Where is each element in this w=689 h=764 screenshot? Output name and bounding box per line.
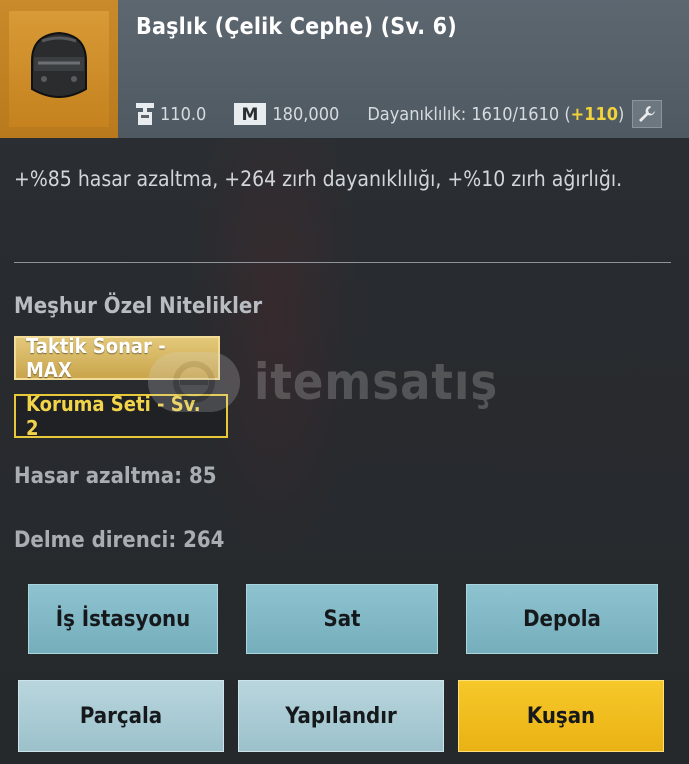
weight-icon <box>136 103 154 125</box>
item-detail-panel: Başlık (Çelik Cephe) (Sv. 6) 110.0 M 180… <box>0 0 689 764</box>
store-button[interactable]: Depola <box>466 584 658 654</box>
equip-button[interactable]: Kuşan <box>458 680 664 752</box>
item-description: +%85 hasar azaltma, +264 zırh dayanıklıl… <box>14 167 623 191</box>
damage-reduction-stat: Hasar azaltma: 85 <box>14 464 217 489</box>
configure-button[interactable]: Yapılandır <box>238 680 444 752</box>
svg-text:M: M <box>242 105 259 125</box>
watermark-text: itemsatış <box>254 353 499 411</box>
m-coin-icon: M <box>234 103 267 125</box>
workstation-button[interactable]: İş İstasyonu <box>28 584 218 654</box>
wrench-icon[interactable] <box>632 100 663 128</box>
durability-bonus: +110 <box>570 103 619 125</box>
item-title: Başlık (Çelik Cephe) (Sv. 6) <box>136 14 457 40</box>
item-stats-row: 110.0 M 180,000 Dayanıklılık: 1610/1610 … <box>136 100 663 128</box>
watermark: itemsatış <box>148 352 498 412</box>
item-header: Başlık (Çelik Cephe) (Sv. 6) 110.0 M 180… <box>0 0 689 138</box>
traits-section-title: Meşhur Özel Nitelikler <box>14 294 263 319</box>
watermark-logo <box>148 352 240 412</box>
weight-value: 110.0 <box>160 103 207 125</box>
price-value: 180,000 <box>272 103 340 125</box>
dismantle-button[interactable]: Parçala <box>18 680 224 752</box>
price-stat: M 180,000 <box>234 103 339 125</box>
penetration-resist-stat: Delme direnci: 264 <box>14 528 225 553</box>
sell-button[interactable]: Sat <box>246 584 438 654</box>
divider <box>14 262 671 263</box>
helmet-icon <box>22 27 96 111</box>
durability-stat: Dayanıklılık: 1610/1610 (+110) <box>367 103 625 125</box>
item-thumbnail <box>0 0 118 138</box>
weight-stat: 110.0 <box>136 103 206 125</box>
